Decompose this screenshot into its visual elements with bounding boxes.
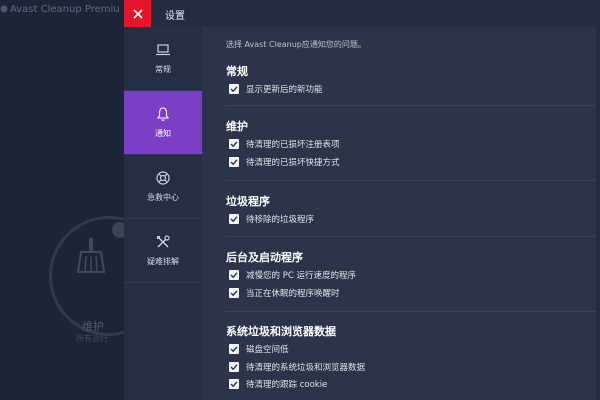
nav-item-troubleshooting[interactable]: 疑难排解 (124, 219, 202, 283)
checkmark-icon (230, 272, 238, 279)
option-show-new-features[interactable]: 显示更新后的新功能 (229, 83, 323, 95)
checkmark-icon (230, 159, 238, 166)
settings-panel: 设置 常规 通知 急救中心 疑难排解 选择 Avast Cleanup应通知您的… (124, 0, 596, 400)
maintenance-label: 维护 (82, 320, 104, 333)
settings-title: 设置 (165, 11, 185, 22)
option-label: 磁盘空间低 (246, 345, 289, 355)
background-app-title: Avast Cleanup Premiu (10, 4, 120, 15)
checkbox[interactable] (229, 139, 239, 149)
checkbox[interactable] (229, 288, 239, 298)
section-title-bloatware: 垃圾程序 (226, 195, 270, 208)
option-broken-shortcuts[interactable]: 待清理的已损坏快捷方式 (229, 156, 340, 168)
checkmark-icon (230, 346, 238, 353)
option-label: 显示更新后的新功能 (246, 85, 323, 95)
checkbox[interactable] (229, 157, 239, 167)
checkmark-icon (230, 86, 238, 93)
settings-header: 设置 (124, 0, 596, 27)
option-label: 待清理的系统垃圾和浏览器数据 (246, 363, 366, 373)
section-title-general: 常规 (226, 65, 248, 78)
checkmark-icon (230, 364, 238, 371)
nav-item-rescue-center[interactable]: 急救中心 (124, 155, 202, 219)
option-bloatware-removal[interactable]: 待移除的垃圾程序 (229, 213, 314, 225)
background-edge (596, 0, 600, 400)
nav-item-label: 通知 (155, 129, 171, 138)
checkbox[interactable] (229, 379, 239, 389)
option-low-disk-space[interactable]: 磁盘空间低 (229, 343, 289, 355)
option-sleeping-program-wakes[interactable]: 当正在休眠的程序唤醒时 (229, 287, 340, 299)
option-label: 待移除的垃圾程序 (246, 215, 315, 225)
section-title-system-junk: 系统垃圾和浏览器数据 (226, 325, 336, 338)
checkmark-icon (230, 141, 238, 148)
checkmark-icon (230, 216, 238, 223)
section-divider (226, 236, 596, 237)
section-title-maintenance: 维护 (226, 120, 248, 133)
option-broken-registry[interactable]: 待清理的已损坏注册表项 (229, 138, 340, 150)
maintenance-sublabel: 所有运行 (76, 334, 108, 343)
tools-icon (157, 235, 170, 248)
option-label: 待清理的已损坏快捷方式 (246, 158, 340, 168)
option-tracking-cookies[interactable]: 待清理的跟踪 cookie (229, 378, 327, 390)
option-system-junk-browser-data[interactable]: 待清理的系统垃圾和浏览器数据 (229, 361, 365, 373)
close-icon (132, 8, 143, 19)
settings-nav: 常规 通知 急救中心 疑难排解 (124, 27, 202, 400)
checkmark-icon (230, 381, 238, 388)
nav-item-notifications[interactable]: 通知 (124, 91, 202, 155)
close-button[interactable] (124, 0, 151, 27)
nav-item-general[interactable]: 常规 (124, 27, 202, 91)
intro-text: 选择 Avast Cleanup应通知您的问题。 (226, 40, 366, 49)
bell-icon (156, 107, 170, 121)
option-label: 减慢您的 PC 运行速度的程序 (246, 271, 356, 281)
nav-item-label: 急救中心 (147, 193, 179, 202)
nav-item-label: 疑难排解 (147, 257, 179, 266)
checkbox[interactable] (229, 84, 239, 94)
checkbox[interactable] (229, 270, 239, 280)
broom-icon (76, 238, 106, 273)
checkmark-icon (230, 290, 238, 297)
checkbox[interactable] (229, 214, 239, 224)
laptop-icon (156, 44, 170, 56)
nav-item-label: 常规 (155, 65, 171, 74)
section-divider (226, 180, 596, 181)
avast-logo-icon (0, 5, 8, 13)
lifebuoy-icon (156, 171, 170, 185)
option-label: 当正在休眠的程序唤醒时 (246, 289, 340, 299)
section-divider (226, 105, 596, 106)
section-title-background-startup: 后台及启动程序 (226, 251, 303, 264)
notifications-content: 选择 Avast Cleanup应通知您的问题。 常规 显示更新后的新功能 维护… (202, 27, 596, 400)
option-label: 待清理的已损坏注册表项 (246, 140, 340, 150)
checkbox[interactable] (229, 362, 239, 372)
section-divider (226, 311, 596, 312)
option-label: 待清理的跟踪 cookie (246, 380, 328, 390)
checkbox[interactable] (229, 344, 239, 354)
option-slow-programs[interactable]: 减慢您的 PC 运行速度的程序 (229, 269, 356, 281)
